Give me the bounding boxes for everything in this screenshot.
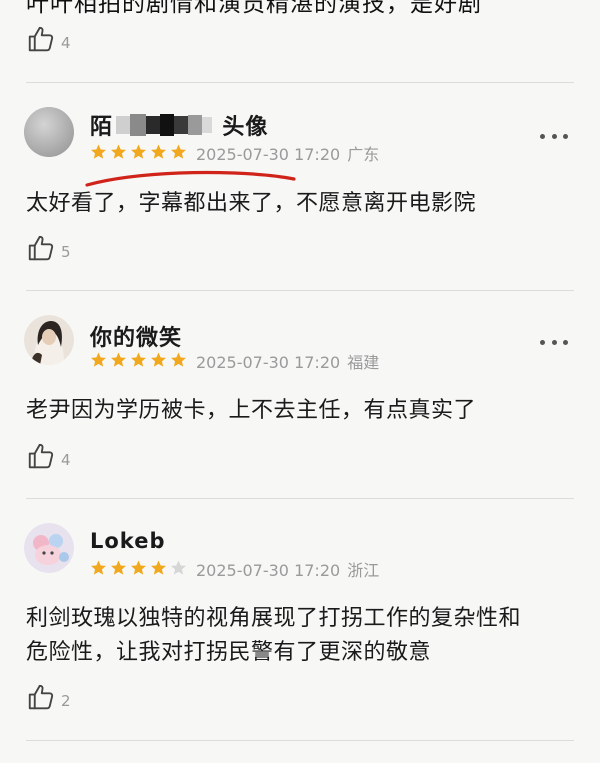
star-icon <box>131 144 146 159</box>
thumbs-up-icon <box>28 443 54 469</box>
star-icon <box>171 560 186 575</box>
comment-text: 老尹因为学历被卡，上不去主任，有点真实了 <box>26 398 477 423</box>
star-icon <box>171 352 186 367</box>
like-button[interactable]: 4 <box>26 24 71 54</box>
username-end: 头像 <box>222 115 269 140</box>
star-icon <box>131 352 146 367</box>
like-count: 4 <box>61 451 71 469</box>
comment-meta: 2025-07-30 17:20 广东 <box>196 141 379 165</box>
comment-text-line: 危险性，让我对打拐民警有了更深的敬意 <box>26 640 432 665</box>
comment-location: 广东 <box>347 145 380 164</box>
star-icon <box>91 352 106 367</box>
avatar[interactable] <box>24 107 74 157</box>
avatar[interactable] <box>24 315 74 365</box>
star-icon <box>151 144 166 159</box>
comment-meta: 2025-07-30 17:20 福建 <box>196 349 379 373</box>
rating-stars <box>89 143 188 161</box>
star-icon <box>111 352 126 367</box>
username-start: 陌 <box>90 115 114 140</box>
more-icon[interactable] <box>540 132 568 140</box>
star-icon <box>91 144 106 159</box>
comments-page: 叶叶相拍的剧情和演员精湛的演技，是好剧 4 陌 头像 2025-07-30 17… <box>0 0 600 763</box>
rating-stars <box>89 559 188 577</box>
comment-item: 陌 头像 2025-07-30 17:20 广东 太好看了，字幕都出来了，不愿意… <box>0 83 600 290</box>
star-icon <box>171 144 186 159</box>
redacted-area <box>116 114 212 136</box>
more-icon[interactable] <box>540 338 568 346</box>
like-button[interactable]: 4 <box>26 441 71 471</box>
comment-text-line: 利剑玫瑰以独特的视角展现了打拐工作的复杂性和 <box>26 606 522 631</box>
comment-item: 你的微笑 2025-07-30 17:20 福建 老尹因为学历被卡，上不去主任，有… <box>0 291 600 498</box>
like-count: 5 <box>61 243 71 261</box>
comment-text: 利剑玫瑰以独特的视角展现了打拐工作的复杂性和 危险性，让我对打拐民警有了更深的敬… <box>26 602 581 670</box>
comment-time: 2025-07-30 17:20 <box>196 561 341 580</box>
thumbs-up-icon <box>28 235 54 261</box>
comment-item: Lokeb 2025-07-30 17:20 浙江 利剑玫瑰以独特的视角展现了打拐… <box>0 499 600 739</box>
comment-text: 太好看了，字幕都出来了，不愿意离开电影院 <box>26 191 477 216</box>
divider <box>26 740 574 741</box>
rating-stars <box>89 351 188 369</box>
star-icon <box>91 560 106 575</box>
username[interactable]: 你的微笑 <box>90 320 182 352</box>
star-icon <box>111 560 126 575</box>
thumbs-up-icon <box>28 684 54 710</box>
star-icon <box>151 560 166 575</box>
thumbs-up-icon <box>28 26 54 52</box>
star-icon <box>131 560 146 575</box>
comment-location: 福建 <box>347 353 380 372</box>
like-count: 4 <box>61 34 71 52</box>
previous-comment: 叶叶相拍的剧情和演员精湛的演技，是好剧 4 <box>0 0 600 82</box>
star-icon <box>111 144 126 159</box>
comment-time: 2025-07-30 17:20 <box>196 353 341 372</box>
comment-time: 2025-07-30 17:20 <box>196 145 341 164</box>
comment-meta: 2025-07-30 17:20 浙江 <box>196 557 379 581</box>
comment-text: 叶叶相拍的剧情和演员精湛的演技，是好剧 <box>26 0 482 17</box>
comment-location: 浙江 <box>347 561 380 580</box>
username[interactable]: Lokeb <box>90 529 166 553</box>
like-button[interactable]: 2 <box>26 682 71 712</box>
like-count: 2 <box>61 692 71 710</box>
avatar[interactable] <box>24 523 74 573</box>
like-button[interactable]: 5 <box>26 233 71 263</box>
star-icon <box>151 352 166 367</box>
